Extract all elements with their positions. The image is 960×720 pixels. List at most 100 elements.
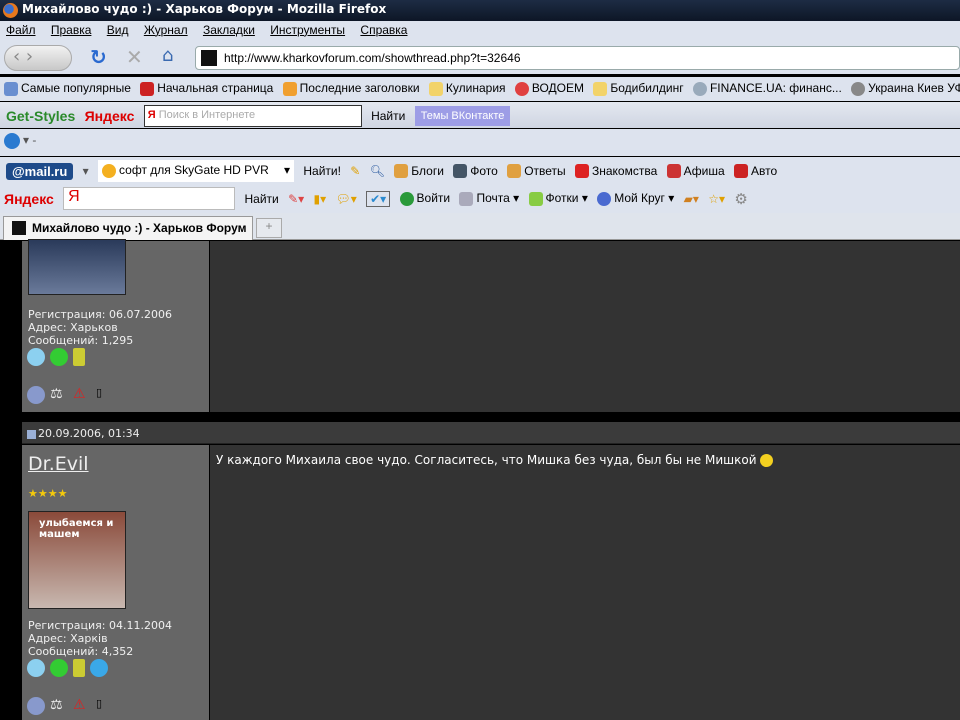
reputation-icon[interactable]: ⚖ — [50, 697, 68, 715]
icq-icon[interactable] — [50, 348, 68, 366]
link-dating[interactable]: Знакомства — [575, 164, 657, 179]
mailru-toolbar: @mail.ru ▾ софт для SkyGate HD PVR ▾ Най… — [0, 157, 960, 184]
report-icon[interactable]: ⚠ — [73, 386, 91, 404]
user-stats: Регистрация: 06.07.2006 Адрес: Харьков С… — [28, 308, 172, 347]
registration-date: Регистрация: 04.11.2004 — [28, 619, 172, 632]
blogs-icon — [394, 164, 409, 179]
navigation-toolbar: ‹ › ↻ ✕ ⌂ http://www.kharkovforum.com/sh… — [0, 41, 960, 74]
mailru-logo[interactable]: @mail.ru — [6, 162, 74, 180]
link-photos[interactable]: Фотки ▾ — [528, 191, 588, 206]
mail-icon — [459, 191, 474, 206]
menu-file[interactable]: Файл — [6, 23, 36, 37]
bookmark-item[interactable]: Последние заголовки — [282, 81, 420, 97]
pencil-icon[interactable]: ✎ — [350, 164, 360, 178]
camera-icon — [453, 164, 468, 179]
find-button[interactable]: Найти — [371, 109, 405, 123]
post-actions: ⚖ ⚠ ▯ — [27, 386, 109, 404]
link-login[interactable]: Войти — [399, 191, 450, 206]
online-status-icon — [27, 386, 45, 404]
report-icon[interactable]: ⚠ — [73, 697, 91, 715]
signal-icon[interactable]: ▮▾ — [314, 192, 327, 206]
bookmark-item[interactable]: ВОДОЕМ — [514, 81, 584, 97]
gender-icon — [27, 659, 45, 677]
link-answers[interactable]: Ответы — [507, 164, 566, 179]
vkontakte-button[interactable]: Темы ВКонтакте — [414, 106, 511, 126]
page-content: Регистрация: 06.07.2006 Адрес: Харьков С… — [0, 239, 960, 720]
menu-tools[interactable]: Инструменты — [270, 23, 345, 37]
user-avatar — [28, 239, 126, 295]
skype-icon[interactable] — [4, 133, 20, 149]
post-text: У каждого Михаила свое чудо. Согласитесь… — [216, 453, 757, 467]
yandex-search-input[interactable]: Я Поиск в Интернете — [143, 105, 362, 127]
tab-bar: Михайлово чудо :) - Харьков Форум + — [0, 213, 960, 240]
afisha-icon — [666, 164, 681, 179]
flower-icon — [514, 82, 529, 97]
bookmark-icon — [140, 82, 155, 97]
chat-icon[interactable]: 💬︎▾ — [336, 192, 357, 206]
post-date: 20.09.2006, 01:34 — [38, 427, 140, 440]
link-photo[interactable]: Фото — [453, 164, 498, 179]
spellcheck-icon[interactable]: ✔▾ — [366, 190, 391, 207]
menu-history[interactable]: Журнал — [144, 23, 188, 37]
bookmark-item[interactable]: Начальная страница — [140, 81, 273, 97]
yandex-logo[interactable]: Яндекс — [4, 191, 54, 207]
bookmark-item[interactable]: Бодибилдинг — [593, 81, 684, 97]
link-blogs[interactable]: Блоги — [394, 164, 444, 179]
bookmark-icon — [851, 82, 866, 97]
reload-icon[interactable]: ↻ — [90, 45, 107, 69]
folder-icon[interactable]: ▰▾ — [684, 192, 699, 206]
gear-icon[interactable]: ⚙ — [734, 190, 747, 208]
mailru-find-button[interactable]: Найти! — [303, 164, 341, 178]
menu-bar: Файл Правка Вид Журнал Закладки Инструме… — [0, 21, 960, 41]
attachment-icon: ▯ — [96, 386, 103, 399]
bookmark-item[interactable]: Украина Киев УФ — [851, 81, 960, 97]
bookmarks-toolbar: Самые популярные Начальная страница Посл… — [0, 77, 960, 101]
magnifier-icon[interactable]: 🔍︎ — [370, 164, 385, 178]
yandex-bar-search-input[interactable]: Я — [63, 187, 236, 210]
link-moikrug[interactable]: Мой Круг ▾ — [597, 191, 674, 206]
yandex-logo: Яндекс — [84, 108, 135, 124]
tab-active[interactable]: Михайлово чудо :) - Харьков Форум — [3, 216, 253, 240]
bookmark-item[interactable]: Самые популярные — [4, 81, 131, 97]
car-icon — [733, 164, 748, 179]
link-mail[interactable]: Почта ▾ — [459, 191, 519, 206]
user-stats: Регистрация: 04.11.2004 Адрес: Харків Со… — [28, 619, 172, 658]
reputation-icon[interactable]: ⚖ — [50, 386, 68, 404]
url-input[interactable]: http://www.kharkovforum.com/showthread.p… — [195, 46, 960, 70]
icq-icon[interactable] — [50, 659, 68, 677]
home-icon[interactable]: ⌂ — [162, 45, 173, 66]
bookmark-item[interactable]: Кулинария — [428, 81, 506, 97]
online-status-icon — [27, 697, 45, 715]
link-auto[interactable]: Авто — [733, 164, 777, 179]
yandex-find-button[interactable]: Найти — [245, 192, 279, 206]
folder-icon — [593, 82, 608, 97]
star-icon[interactable]: ☆▾ — [708, 192, 725, 206]
url-text: http://www.kharkovforum.com/showthread.p… — [224, 51, 521, 65]
menu-bookmarks[interactable]: Закладки — [203, 23, 255, 37]
new-tab-button[interactable]: + — [256, 218, 282, 238]
tab-label: Михайлово чудо :) - Харьков Форум — [32, 221, 247, 235]
attachment-icon: ▯ — [96, 697, 103, 710]
skype-icon[interactable] — [90, 659, 108, 677]
post-actions: ⚖ ⚠ ▯ — [27, 697, 109, 715]
mailru-search-input[interactable]: софт для SkyGate HD PVR ▾ — [98, 160, 295, 182]
key-icon — [399, 191, 414, 206]
link-afisha[interactable]: Афиша — [666, 164, 725, 179]
username-link[interactable]: Dr.Evil — [28, 453, 89, 475]
menu-view[interactable]: Вид — [107, 23, 129, 37]
menu-help[interactable]: Справка — [360, 23, 407, 37]
getstyles-logo: Get-Styles — [6, 108, 76, 124]
back-forward-button[interactable]: ‹ › — [4, 45, 72, 71]
bookmark-icon — [4, 82, 18, 97]
pen-icon[interactable]: ✎▾ — [288, 192, 304, 206]
post-date-header: 20.09.2006, 01:34 — [22, 422, 960, 444]
search-engine-icon — [102, 163, 117, 178]
folder-icon — [428, 82, 443, 97]
menu-edit[interactable]: Правка — [51, 23, 92, 37]
post-user-info: Dr.Evil ★★★★ улыбаемся и машем Регистрац… — [22, 445, 209, 720]
user-avatar: улыбаемся и машем — [28, 511, 126, 609]
stop-icon[interactable]: ✕ — [126, 45, 143, 69]
status-icon — [73, 659, 85, 677]
bookmark-item[interactable]: FINANCE.UA: финанс... — [692, 81, 842, 97]
answers-icon — [507, 164, 522, 179]
